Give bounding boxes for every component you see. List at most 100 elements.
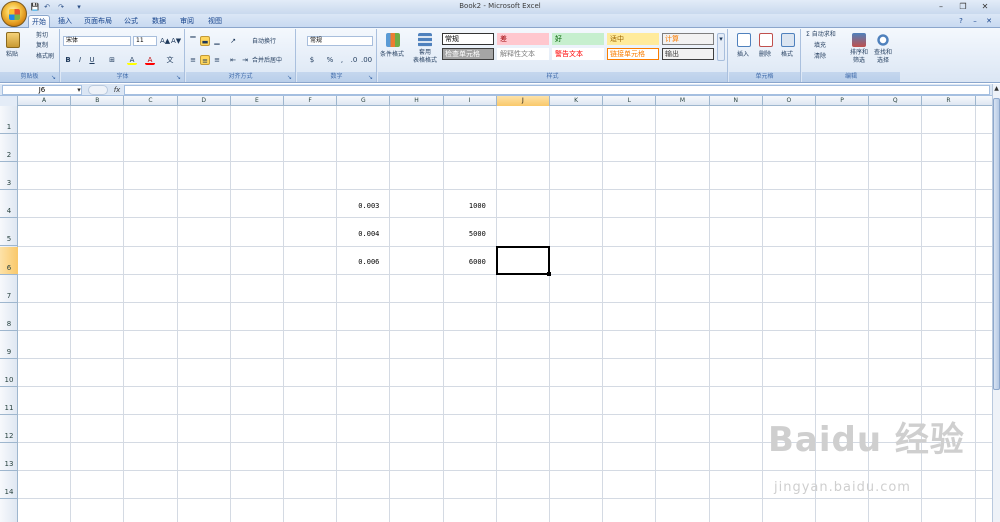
number-launcher-icon[interactable]: ↘	[367, 74, 374, 81]
row-header[interactable]: 9	[0, 331, 18, 359]
cell-style-option[interactable]: 适中	[607, 33, 659, 45]
column-header[interactable]: J	[496, 96, 550, 106]
help-icon[interactable]: ?	[956, 16, 966, 26]
row-header[interactable]: 4	[0, 190, 18, 219]
merge-center-button[interactable]: 合并后居中	[252, 57, 282, 65]
row-header[interactable]: 8	[0, 303, 18, 331]
wrap-text-button[interactable]: 自动换行	[252, 38, 276, 46]
tab-view[interactable]: 视图	[204, 15, 226, 28]
cell-value[interactable]: 5000	[444, 230, 497, 238]
autosum-button[interactable]: Σ 自动求和	[806, 31, 836, 39]
row-header[interactable]: 3	[0, 162, 18, 191]
row-header[interactable]: 13	[0, 443, 18, 472]
row-header[interactable]: 1	[0, 106, 18, 135]
column-header[interactable]: P	[816, 96, 870, 106]
redo-icon[interactable]: ↷	[56, 2, 66, 12]
border-button[interactable]: ⊞	[107, 55, 117, 65]
insert-cells-button[interactable]: 插入	[737, 51, 749, 59]
column-header[interactable]: F	[284, 96, 338, 106]
paste-button[interactable]: 粘贴	[6, 51, 18, 59]
row-header[interactable]: 10	[0, 359, 18, 387]
scroll-up-icon[interactable]: ▲	[993, 84, 1000, 93]
font-launcher-icon[interactable]: ↘	[175, 74, 182, 81]
sort-filter-button[interactable]: 排序和 筛选	[846, 49, 872, 65]
cell-style-option[interactable]: 解释性文本	[497, 48, 549, 60]
office-button[interactable]	[1, 1, 27, 27]
column-header[interactable]: M	[656, 96, 710, 106]
font-size-select[interactable]: 11	[133, 36, 157, 46]
active-cell[interactable]	[495, 245, 550, 275]
increase-decimal-button[interactable]: .0	[349, 55, 359, 65]
tab-formulas[interactable]: 公式	[120, 15, 142, 28]
tab-review[interactable]: 审阅	[176, 15, 198, 28]
font-name-select[interactable]: 宋体	[63, 36, 131, 46]
tab-home[interactable]: 开始	[28, 15, 50, 28]
vertical-scrollbar[interactable]: ▲	[992, 84, 1000, 522]
column-header[interactable]: A	[18, 96, 72, 106]
row-header[interactable]: 14	[0, 471, 18, 500]
column-header[interactable]: N	[710, 96, 763, 106]
cell-value[interactable]: 0.004	[337, 230, 390, 238]
restore-button[interactable]: ❐	[956, 2, 970, 12]
cell-style-option[interactable]: 输出	[662, 48, 714, 60]
number-format-select[interactable]: 常规	[307, 36, 373, 46]
column-header[interactable]: R	[922, 96, 976, 106]
fill-handle[interactable]	[547, 271, 551, 276]
row-header[interactable]: 6	[0, 246, 18, 275]
conditional-format-button[interactable]: 条件格式	[380, 51, 404, 59]
name-box[interactable]: J6	[2, 85, 82, 95]
column-header[interactable]: O	[763, 96, 816, 106]
cell-style-option[interactable]: 警告文本	[552, 48, 604, 60]
align-bottom-button[interactable]: ▁	[212, 36, 222, 46]
qat-customize-icon[interactable]: ▾	[74, 2, 84, 12]
align-right-button[interactable]: ≡	[212, 55, 222, 65]
cell-style-option[interactable]: 常规	[442, 33, 494, 45]
align-middle-button[interactable]: ▬	[200, 36, 210, 46]
cell-value[interactable]: 6000	[444, 258, 497, 266]
italic-button[interactable]: I	[75, 55, 85, 65]
cell-value[interactable]: 0.003	[337, 202, 390, 210]
cell-value[interactable]: 0.006	[337, 258, 390, 266]
find-select-button[interactable]: 查找和 选择	[870, 49, 896, 65]
scrollbar-thumb[interactable]	[993, 98, 1000, 390]
undo-icon[interactable]: ↶	[42, 2, 52, 12]
cell-style-option[interactable]: 检查单元格	[442, 48, 494, 60]
row-header[interactable]: 2	[0, 134, 18, 163]
cell-style-option[interactable]: 好	[552, 33, 604, 45]
shrink-font-button[interactable]: A▼	[171, 36, 181, 46]
increase-indent-button[interactable]: ⇥	[240, 55, 250, 65]
column-header[interactable]: G	[337, 96, 391, 106]
orientation-button[interactable]: ↗	[228, 36, 238, 46]
tab-insert[interactable]: 插入	[54, 15, 76, 28]
alignment-launcher-icon[interactable]: ↘	[286, 74, 293, 81]
underline-button[interactable]: U	[87, 55, 97, 65]
currency-button[interactable]: $	[307, 55, 317, 65]
minimize-button[interactable]: –	[934, 2, 948, 12]
decrease-decimal-button[interactable]: .00	[361, 55, 372, 65]
delete-cells-button[interactable]: 删除	[759, 51, 771, 59]
font-color-button[interactable]: A	[145, 55, 155, 65]
row-header[interactable]: 12	[0, 415, 18, 444]
column-header[interactable]: Q	[869, 96, 923, 106]
copy-button[interactable]: 复制	[36, 42, 48, 50]
name-box-dropdown-icon[interactable]: ▾	[74, 85, 84, 95]
ribbon-minimize-icon[interactable]: –	[970, 16, 980, 26]
select-all-button[interactable]	[0, 96, 18, 106]
row-header[interactable]: 7	[0, 275, 18, 303]
tab-page-layout[interactable]: 页面布局	[80, 15, 116, 28]
column-header[interactable]: B	[71, 96, 125, 106]
close-button[interactable]: ✕	[978, 2, 992, 12]
row-header[interactable]: 5	[0, 218, 18, 247]
align-left-button[interactable]: ≡	[188, 55, 198, 65]
cell-style-option[interactable]: 计算	[662, 33, 714, 45]
ribbon-close-icon[interactable]: ✕	[984, 16, 994, 26]
decrease-indent-button[interactable]: ⇤	[228, 55, 238, 65]
format-painter-button[interactable]: 格式刷	[36, 53, 54, 61]
align-center-button[interactable]: ≡	[200, 55, 210, 65]
formula-input[interactable]	[124, 85, 990, 95]
phonetic-button[interactable]: 文	[165, 55, 175, 65]
bold-button[interactable]: B	[63, 55, 73, 65]
cell-style-option[interactable]: 链接单元格	[607, 48, 659, 60]
column-header[interactable]: D	[178, 96, 231, 106]
fill-button[interactable]: 填充	[814, 42, 826, 50]
